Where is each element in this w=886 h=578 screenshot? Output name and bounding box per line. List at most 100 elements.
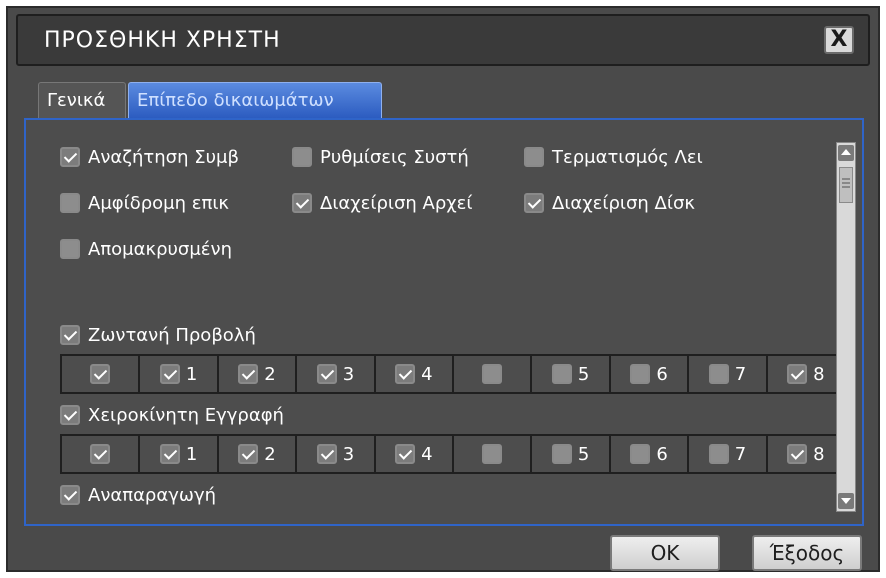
perm-label: Απομακρυσμένη xyxy=(88,238,232,260)
perm-label: Διαχείριση Δίσκ xyxy=(552,192,695,214)
channel-number: 5 xyxy=(577,443,590,465)
channel-cell[interactable]: 3 xyxy=(297,356,376,392)
checkbox[interactable] xyxy=(60,193,80,213)
manual-record-toggle[interactable]: Χειροκίνητη Εγγραφή xyxy=(60,400,284,430)
channel-checkbox[interactable] xyxy=(787,444,808,464)
channel-checkbox[interactable] xyxy=(159,444,180,464)
channel-number: 8 xyxy=(813,363,825,385)
channel-cell[interactable]: 2 xyxy=(219,356,298,392)
playback-label: Αναπαραγωγή xyxy=(88,484,217,506)
channel-number: 8 xyxy=(813,443,825,465)
perm-label: Ρυθμίσεις Συστή xyxy=(320,146,469,168)
channel-checkbox[interactable] xyxy=(395,444,416,464)
channel-cell[interactable]: 5 xyxy=(532,356,611,392)
manual-record-label: Χειροκίνητη Εγγραφή xyxy=(88,404,284,426)
perm-two-way-talk[interactable]: Αμφίδρομη επικ xyxy=(60,188,229,218)
channel-cell[interactable]: 6 xyxy=(611,436,690,472)
channel-number: 5 xyxy=(577,363,590,385)
exit-button[interactable]: Έξοδος xyxy=(752,535,862,571)
perm-disk-management[interactable]: Διαχείριση Δίσκ xyxy=(524,188,695,218)
channel-cell[interactable] xyxy=(62,356,141,392)
channel-number: 7 xyxy=(734,363,747,385)
close-button[interactable]: X xyxy=(824,26,854,54)
live-view-toggle[interactable]: Ζωντανή Προβολή xyxy=(60,320,256,350)
channel-cell[interactable]: 2 xyxy=(219,436,298,472)
checkbox[interactable] xyxy=(524,193,544,213)
channel-number: 6 xyxy=(656,363,668,385)
perm-file-management[interactable]: Διαχείριση Αρχεί xyxy=(292,188,473,218)
channel-number: 1 xyxy=(185,363,198,385)
channel-number: 1 xyxy=(185,443,198,465)
channel-checkbox[interactable] xyxy=(316,364,337,384)
live-view-channel-grid: 1 2 3 4 5 6 7 8 xyxy=(60,354,846,394)
channel-number: 2 xyxy=(264,443,276,465)
scrollbar[interactable] xyxy=(836,142,856,512)
checkbox[interactable] xyxy=(60,147,80,167)
channel-checkbox[interactable] xyxy=(395,364,416,384)
checkbox[interactable] xyxy=(60,405,80,425)
permissions-panel: Αναζήτηση Συμβ Ρυθμίσεις Συστή Τερματισμ… xyxy=(24,118,864,526)
channel-cell[interactable]: 8 xyxy=(768,436,844,472)
channel-checkbox[interactable] xyxy=(551,364,572,384)
perm-label: Τερματισμός Λει xyxy=(552,146,703,168)
title-bar: ΠΡΟΣΘΗΚΗ ΧΡΗΣΤΗ X xyxy=(16,14,870,66)
channel-cell[interactable]: 7 xyxy=(689,436,768,472)
channel-checkbox[interactable] xyxy=(90,364,111,384)
channel-cell[interactable]: 1 xyxy=(140,436,219,472)
channel-cell[interactable] xyxy=(454,356,533,392)
channel-cell[interactable]: 6 xyxy=(611,356,690,392)
channel-cell[interactable]: 4 xyxy=(376,356,455,392)
checkbox[interactable] xyxy=(60,325,80,345)
channel-number: 2 xyxy=(264,363,276,385)
channel-cell[interactable]: 1 xyxy=(140,356,219,392)
channel-checkbox[interactable] xyxy=(630,364,651,384)
channel-number: 6 xyxy=(656,443,668,465)
channel-cell[interactable]: 7 xyxy=(689,356,768,392)
channel-checkbox[interactable] xyxy=(316,444,337,464)
channel-cell[interactable]: 5 xyxy=(532,436,611,472)
channel-checkbox[interactable] xyxy=(708,364,729,384)
channel-checkbox[interactable] xyxy=(238,444,259,464)
perm-remote[interactable]: Απομακρυσμένη xyxy=(60,234,232,264)
perm-shutdown[interactable]: Τερματισμός Λει xyxy=(524,142,703,172)
checkbox[interactable] xyxy=(60,485,80,505)
channel-checkbox[interactable] xyxy=(482,444,503,464)
channel-number: 3 xyxy=(342,363,355,385)
channel-cell[interactable]: 8 xyxy=(768,356,844,392)
channel-cell[interactable] xyxy=(62,436,141,472)
scroll-thumb[interactable] xyxy=(839,167,853,203)
channel-cell[interactable]: 4 xyxy=(376,436,455,472)
add-user-dialog: ΠΡΟΣΘΗΚΗ ΧΡΗΣΤΗ X Γενικά Επίπεδο δικαιωμ… xyxy=(6,6,880,572)
channel-number: 3 xyxy=(342,443,355,465)
channel-number: 4 xyxy=(421,363,433,385)
checkbox[interactable] xyxy=(292,147,312,167)
scroll-down-icon[interactable] xyxy=(838,493,854,509)
perm-label: Διαχείριση Αρχεί xyxy=(320,192,473,214)
permissions-list: Αναζήτηση Συμβ Ρυθμίσεις Συστή Τερματισμ… xyxy=(30,124,846,520)
channel-checkbox[interactable] xyxy=(630,444,651,464)
channel-number: 7 xyxy=(734,443,747,465)
channel-cell[interactable]: 3 xyxy=(297,436,376,472)
checkbox[interactable] xyxy=(60,239,80,259)
scroll-up-icon[interactable] xyxy=(838,145,854,161)
channel-checkbox[interactable] xyxy=(787,364,808,384)
channel-checkbox[interactable] xyxy=(238,364,259,384)
channel-checkbox[interactable] xyxy=(708,444,729,464)
tab-general[interactable]: Γενικά xyxy=(38,82,126,118)
perm-search-events[interactable]: Αναζήτηση Συμβ xyxy=(60,142,239,172)
playback-toggle[interactable]: Αναπαραγωγή xyxy=(60,480,216,510)
channel-cell[interactable] xyxy=(454,436,533,472)
checkbox[interactable] xyxy=(292,193,312,213)
channel-checkbox[interactable] xyxy=(90,444,111,464)
ok-button[interactable]: OK xyxy=(610,535,720,571)
perm-label: Αμφίδρομη επικ xyxy=(88,192,230,214)
manual-record-channel-grid: 1 2 3 4 5 6 7 8 xyxy=(60,434,846,474)
channel-checkbox[interactable] xyxy=(551,444,572,464)
dialog-title: ΠΡΟΣΘΗΚΗ ΧΡΗΣΤΗ xyxy=(44,28,281,53)
checkbox[interactable] xyxy=(524,147,544,167)
tab-permission-level[interactable]: Επίπεδο δικαιωμάτων xyxy=(128,82,382,118)
channel-checkbox[interactable] xyxy=(482,364,503,384)
channel-number: 4 xyxy=(421,443,433,465)
perm-system-settings[interactable]: Ρυθμίσεις Συστή xyxy=(292,142,469,172)
channel-checkbox[interactable] xyxy=(159,364,180,384)
